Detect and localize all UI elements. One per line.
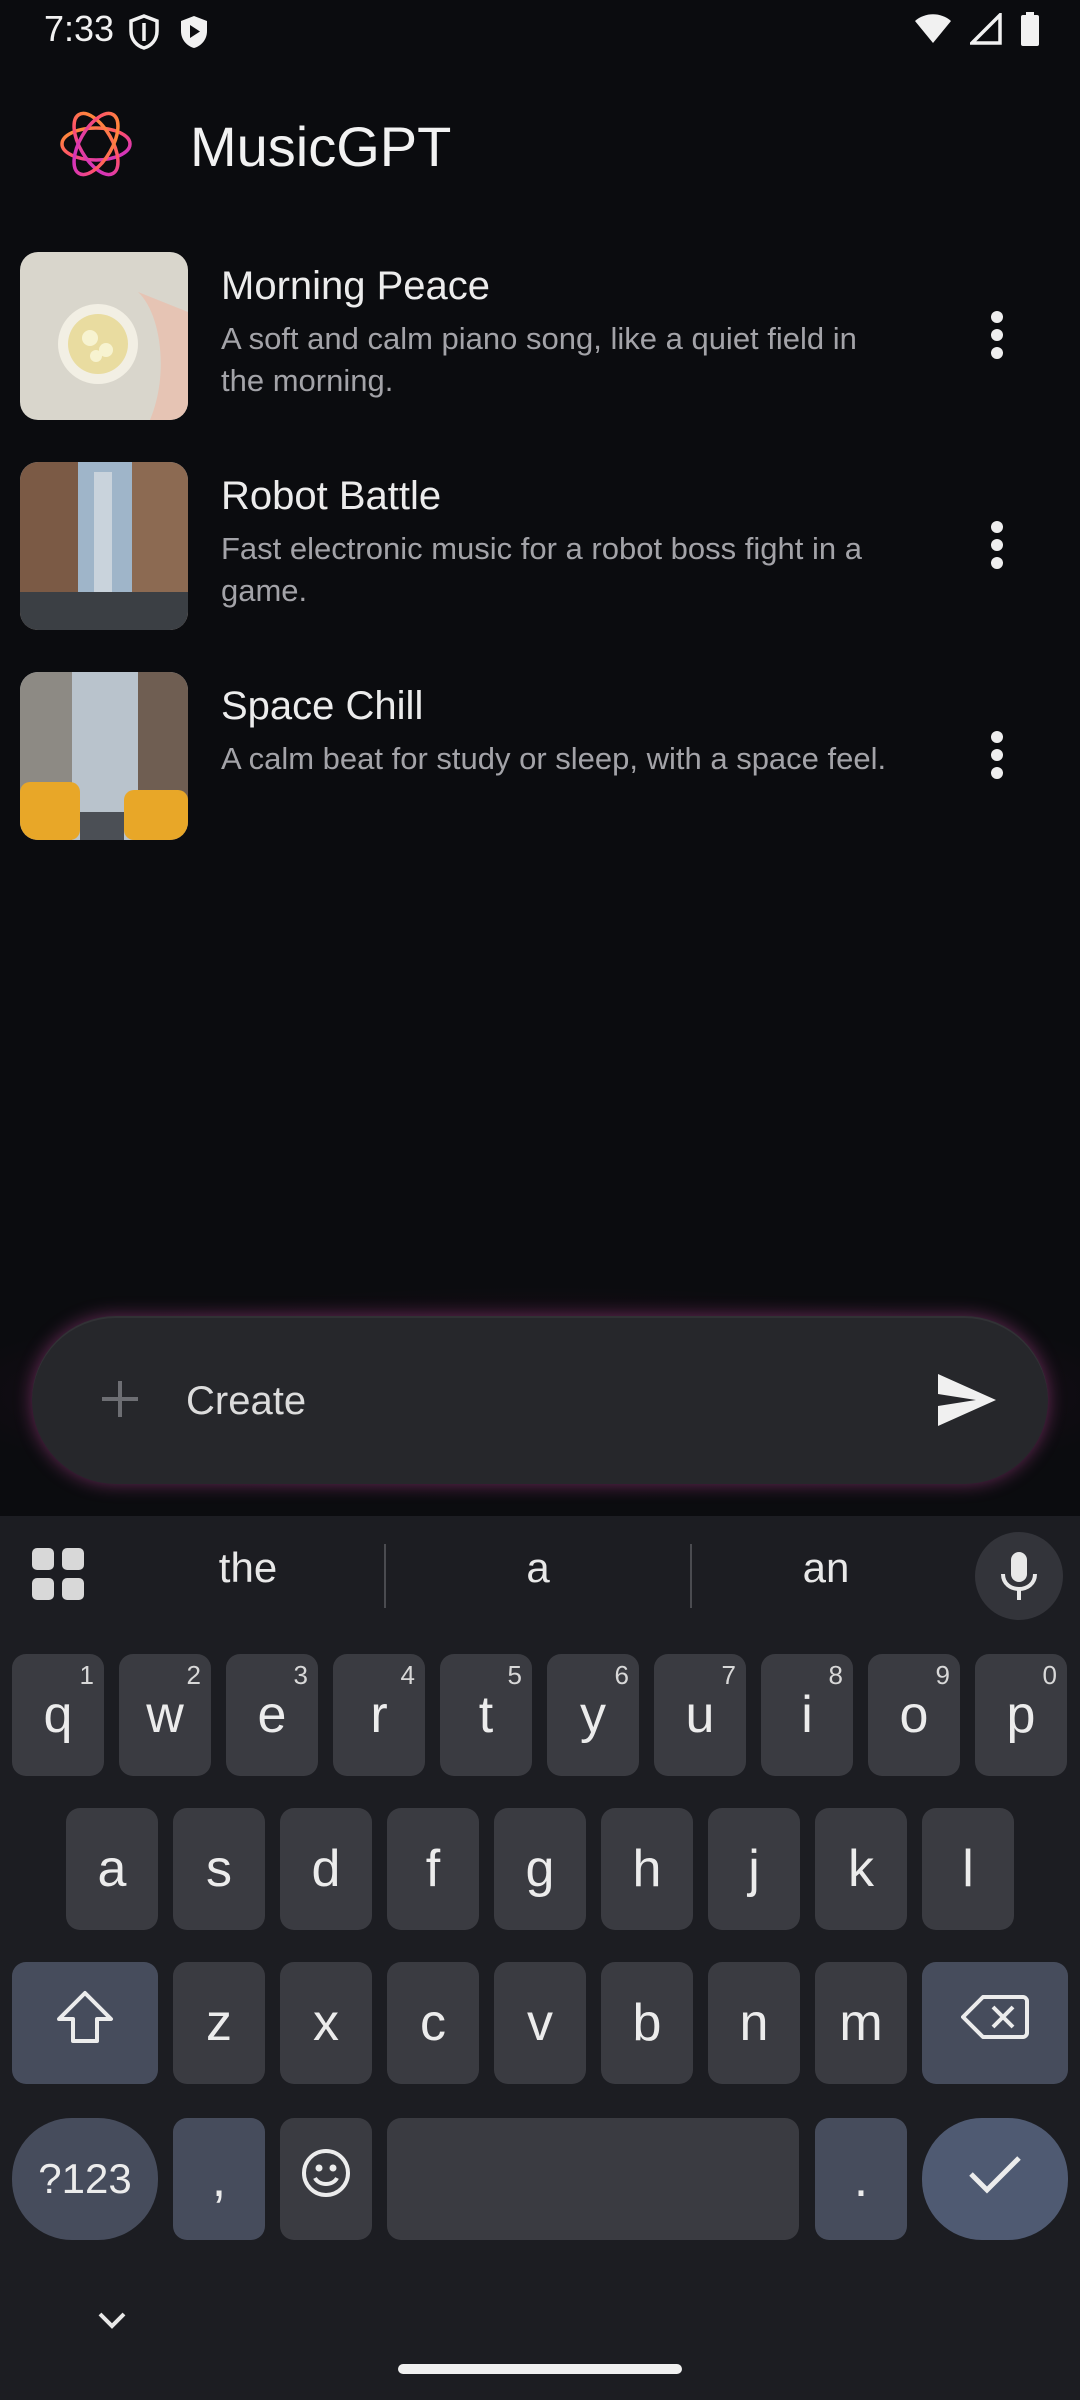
create-composer	[32, 1316, 1048, 1484]
status-bar: 7:33	[0, 0, 1080, 64]
key-hint: 1	[79, 1660, 94, 1690]
checkmark-icon	[967, 2149, 1023, 2209]
add-icon[interactable]	[92, 1371, 148, 1427]
song-thumbnail	[20, 462, 188, 630]
key-a[interactable]: a	[66, 1808, 158, 1930]
status-time: 7:33	[44, 8, 115, 49]
key-hint: 0	[1042, 1660, 1057, 1690]
symbols-key[interactable]: ?123	[12, 2118, 158, 2240]
suggestion-3[interactable]: an	[726, 1544, 926, 1592]
key-k[interactable]: k	[815, 1808, 907, 1930]
key-s[interactable]: s	[173, 1808, 265, 1930]
emoji-icon	[300, 2147, 352, 2212]
key-label: t	[478, 1686, 494, 1744]
hide-keyboard-icon[interactable]	[92, 2300, 132, 2340]
key-hint: 4	[400, 1660, 415, 1690]
home-indicator[interactable]	[398, 2364, 682, 2374]
list-item[interactable]: Morning Peace A soft and calm piano song…	[0, 248, 1080, 458]
key-i[interactable]: i8	[761, 1654, 853, 1776]
send-icon[interactable]	[932, 1366, 1000, 1434]
period-key[interactable]: .	[815, 2118, 907, 2240]
key-label: e	[257, 1686, 287, 1744]
suggestion-2[interactable]: a	[438, 1544, 638, 1592]
battery-icon	[1020, 12, 1040, 51]
create-input[interactable]	[184, 1360, 888, 1442]
key-hint: 7	[721, 1660, 736, 1690]
shift-icon	[55, 1989, 115, 2058]
key-j[interactable]: j	[708, 1808, 800, 1930]
song-description: A calm beat for study or sleep, with a s…	[221, 741, 887, 776]
emoji-key[interactable]	[280, 2118, 372, 2240]
key-v[interactable]: v	[494, 1962, 586, 2084]
key-h[interactable]: h	[601, 1808, 693, 1930]
shield-icon	[128, 14, 160, 55]
key-f[interactable]: f	[387, 1808, 479, 1930]
song-title: Morning Peace	[221, 264, 491, 308]
song-description: Fast electronic music for a robot boss f…	[221, 531, 862, 608]
suggestion-bar: the a an	[0, 1516, 1080, 1628]
key-hint: 9	[935, 1660, 950, 1690]
more-options-icon[interactable]	[976, 300, 1018, 370]
flower-logo-icon	[56, 104, 136, 184]
key-label: y	[580, 1686, 606, 1744]
keyboard-apps-icon[interactable]	[30, 1546, 86, 1602]
more-options-icon[interactable]	[976, 720, 1018, 790]
key-r[interactable]: r4	[333, 1654, 425, 1776]
space-key[interactable]	[387, 2118, 799, 2240]
key-label: o	[899, 1686, 929, 1744]
play-shield-icon	[178, 14, 210, 55]
key-label: p	[1006, 1686, 1036, 1744]
key-p[interactable]: p0	[975, 1654, 1067, 1776]
wifi-icon	[914, 13, 952, 50]
song-description: A soft and calm piano song, like a quiet…	[221, 321, 857, 398]
key-n[interactable]: n	[708, 1962, 800, 2084]
key-b[interactable]: b	[601, 1962, 693, 2084]
more-options-icon[interactable]	[976, 510, 1018, 580]
key-l[interactable]: l	[922, 1808, 1014, 1930]
key-e[interactable]: e3	[226, 1654, 318, 1776]
app-header: MusicGPT	[0, 96, 1080, 200]
key-u[interactable]: u7	[654, 1654, 746, 1776]
key-t[interactable]: t5	[440, 1654, 532, 1776]
microphone-icon[interactable]	[975, 1532, 1063, 1620]
suggestion-divider	[384, 1544, 386, 1608]
song-thumbnail	[20, 672, 188, 840]
key-d[interactable]: d	[280, 1808, 372, 1930]
suggestion-1[interactable]: the	[148, 1544, 348, 1592]
song-thumbnail	[20, 252, 188, 420]
key-w[interactable]: w2	[119, 1654, 211, 1776]
key-hint: 5	[507, 1660, 522, 1690]
suggestion-divider	[690, 1544, 692, 1608]
key-label: w	[146, 1686, 184, 1744]
key-x[interactable]: x	[280, 1962, 372, 2084]
key-y[interactable]: y6	[547, 1654, 639, 1776]
app-title: MusicGPT	[190, 115, 452, 178]
list-item[interactable]: Space Chill A calm beat for study or sle…	[0, 668, 1080, 878]
key-label: i	[801, 1686, 813, 1744]
backspace-key[interactable]	[922, 1962, 1068, 2084]
key-z[interactable]: z	[173, 1962, 265, 2084]
key-label: q	[43, 1686, 73, 1744]
cell-signal-icon	[967, 10, 1002, 50]
on-screen-keyboard: the a an q1 w2 e3 r4 t5 y6 u7 i8 o9 p0 a…	[0, 1516, 1080, 2400]
shift-key[interactable]	[12, 1962, 158, 2084]
key-label: r	[370, 1686, 388, 1744]
key-m[interactable]: m	[815, 1962, 907, 2084]
list-item[interactable]: Robot Battle Fast electronic music for a…	[0, 458, 1080, 668]
enter-key[interactable]	[922, 2118, 1068, 2240]
key-hint: 2	[186, 1660, 201, 1690]
backspace-icon	[961, 1993, 1029, 2054]
key-hint: 3	[293, 1660, 308, 1690]
key-hint: 8	[828, 1660, 843, 1690]
key-o[interactable]: o9	[868, 1654, 960, 1776]
song-title: Space Chill	[221, 684, 424, 728]
song-list: Morning Peace A soft and calm piano song…	[0, 248, 1080, 878]
song-title: Robot Battle	[221, 474, 442, 518]
key-q[interactable]: q1	[12, 1654, 104, 1776]
key-c[interactable]: c	[387, 1962, 479, 2084]
key-g[interactable]: g	[494, 1808, 586, 1930]
comma-key[interactable]: ,	[173, 2118, 265, 2240]
key-hint: 6	[614, 1660, 629, 1690]
key-label: u	[685, 1686, 715, 1744]
